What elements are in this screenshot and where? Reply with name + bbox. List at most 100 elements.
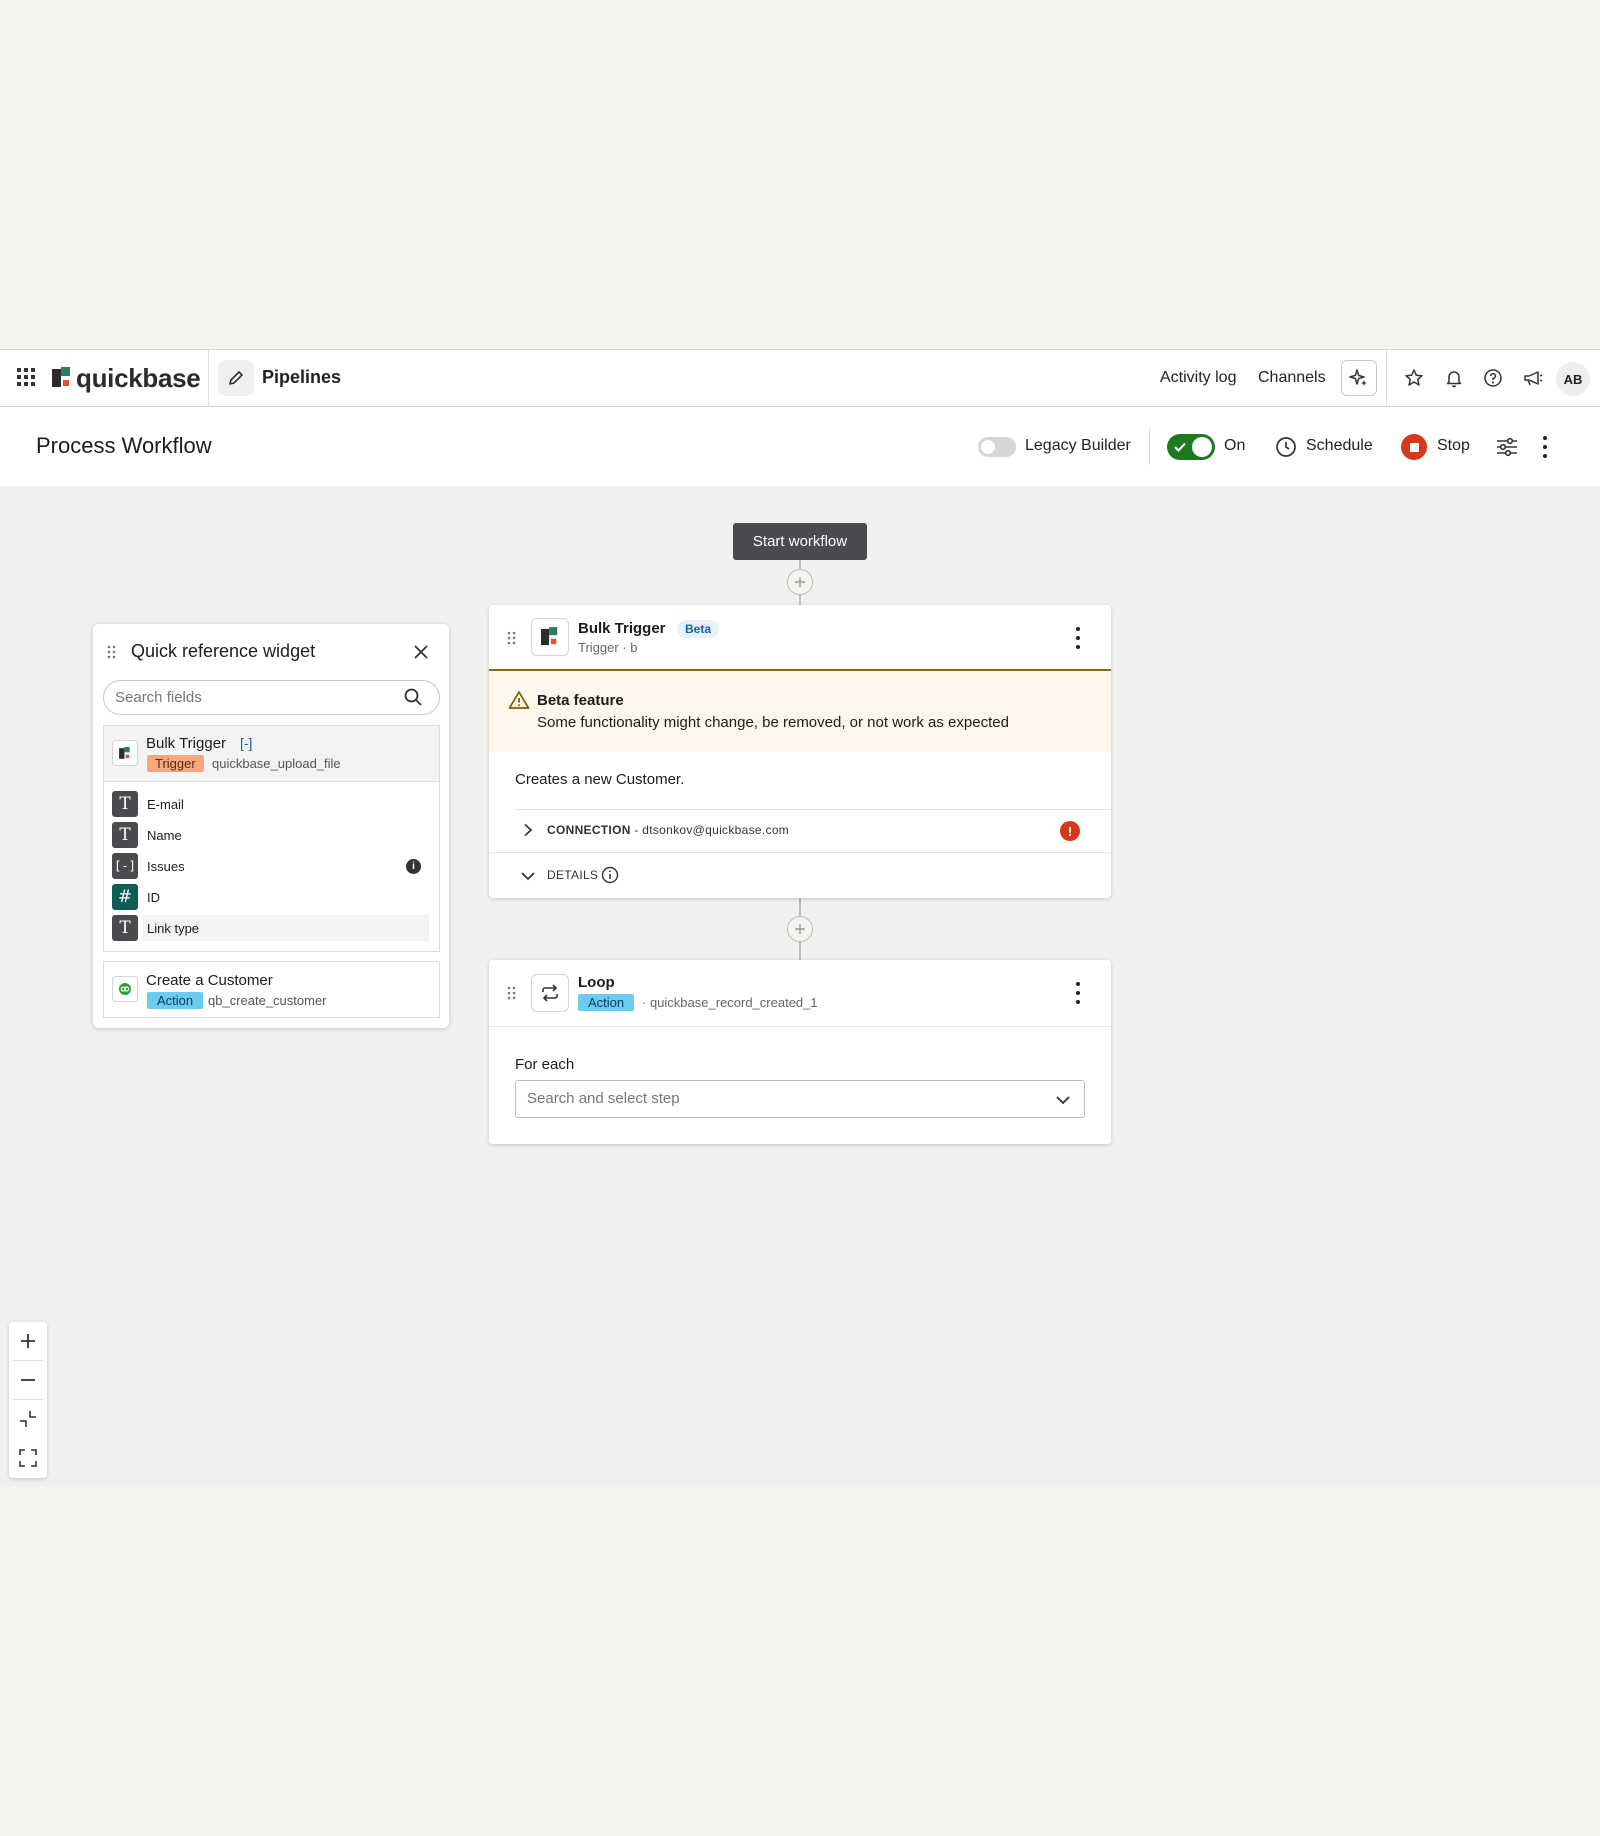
field-label[interactable]: Issues [147,859,185,874]
drag-handle-icon[interactable] [507,986,517,1000]
nav-divider [208,350,209,406]
chevron-right-icon[interactable] [522,823,534,837]
info-filled-icon[interactable]: i [406,859,421,874]
list-marker: [-] [240,735,253,751]
plus-icon [795,924,805,934]
add-step-button[interactable] [787,569,813,595]
fullscreen-button[interactable] [9,1439,47,1477]
settings-sliders-icon[interactable] [1495,435,1519,459]
legacy-builder-label: Legacy Builder [1025,437,1131,454]
field-label[interactable]: Name [147,828,182,843]
search-icon[interactable] [403,687,423,707]
error-icon[interactable]: ! [1060,821,1080,841]
text-field-icon: T [112,915,138,941]
plus-icon [21,1334,35,1348]
channels-link[interactable]: Channels [1258,369,1326,387]
field-label[interactable]: Link type [147,921,199,936]
bell-icon[interactable] [1442,366,1466,390]
pipeline-header: Process Workflow Legacy Builder On Sched… [0,407,1600,486]
add-step-button[interactable] [787,916,813,942]
fit-view-button[interactable] [9,1400,47,1438]
widget-title: Quick reference widget [131,641,316,661]
divider [515,809,1111,810]
action-badge: Action [578,994,635,1011]
edit-button[interactable] [218,360,254,396]
trigger-group-title: Bulk Trigger [146,735,227,752]
megaphone-icon[interactable] [1521,366,1545,390]
action-badge: Action [147,992,204,1009]
divider [489,1026,1111,1027]
details-label: DETAILS [547,868,599,882]
collapse-icon [20,1411,36,1427]
more-options-icon[interactable] [1542,436,1548,458]
connection-row[interactable]: CONNECTION - dtsonkov@quickbase.com [547,823,789,837]
minus-icon [21,1379,35,1381]
beta-banner-text: Some functionality might change, be remo… [537,714,1009,731]
info-icon[interactable] [601,866,619,884]
top-navigation: quickbase Pipelines Activity log Channel… [0,349,1600,407]
star-icon[interactable] [1402,366,1426,390]
trigger-badge: Trigger [147,755,204,772]
trigger-group-header[interactable] [103,725,440,782]
stop-button[interactable]: Stop [1437,437,1470,455]
quickbase-action-icon [112,976,138,1002]
activity-log-link[interactable]: Activity log [1160,369,1236,387]
field-label[interactable]: E-mail [147,797,184,812]
loop-icon [531,974,569,1012]
connection-value: - dtsonkov@quickbase.com [630,823,790,837]
quickbase-step-icon [112,740,138,766]
details-toggle[interactable]: DETAILS [547,868,598,882]
for-each-label: For each [515,1056,575,1073]
action-field-group[interactable] [103,961,440,1018]
chevron-down-icon[interactable] [520,870,536,882]
step-select-placeholder: Search and select step [527,1090,680,1107]
trigger-id: quickbase_upload_file [212,756,341,771]
check-icon [1174,442,1186,452]
ai-assistant-button[interactable] [1341,360,1377,396]
pencil-icon [229,371,243,385]
step-menu-icon[interactable] [1075,982,1081,1004]
clock-icon[interactable] [1274,435,1298,459]
quickbase-logo[interactable]: quickbase [52,362,201,394]
zoom-out-button[interactable] [9,1361,47,1399]
beta-warning-banner [489,669,1111,752]
schedule-button[interactable]: Schedule [1306,437,1373,455]
beta-banner-title: Beta feature [537,692,624,709]
user-avatar[interactable]: AB [1556,362,1590,396]
text-field-icon: T [112,822,138,848]
warning-icon [508,690,530,710]
text-field-icon: T [112,791,138,817]
plus-icon [795,577,805,587]
action-id: qb_create_customer [208,993,327,1008]
page-background [0,1486,1600,1836]
pipeline-status-toggle[interactable] [1167,434,1215,460]
step-title: Loop [578,974,615,991]
number-field-icon: # [112,884,138,910]
connection-label: CONNECTION [547,823,631,837]
page-title: Process Workflow [36,433,212,458]
divider [489,852,1111,853]
step-menu-icon[interactable] [1075,627,1081,649]
close-icon[interactable] [412,643,430,661]
brand-name: quickbase [76,362,201,393]
start-workflow-label: Start workflow [733,523,867,560]
stop-icon[interactable] [1401,434,1427,460]
section-title: Pipelines [262,367,342,387]
search-placeholder: Search fields [115,689,202,706]
drag-handle-icon[interactable] [507,631,517,645]
action-group-title: Create a Customer [146,972,273,989]
chevron-down-icon[interactable] [1055,1094,1071,1106]
step-description: Creates a new Customer. [515,771,685,788]
step-subtitle: · quickbase_record_created_1 [642,995,818,1010]
field-label[interactable]: ID [147,890,160,905]
help-icon[interactable] [1481,366,1505,390]
legacy-builder-toggle[interactable] [978,437,1016,457]
beta-badge: Beta [677,620,720,638]
list-field-icon: [-] [112,853,138,879]
drag-handle-icon[interactable] [107,645,117,659]
status-label: On [1224,437,1246,454]
apps-grid-icon[interactable] [16,367,36,387]
quickbase-logo-icon [52,367,70,387]
zoom-in-button[interactable] [9,1322,47,1360]
ai-sparkle-icon [1349,369,1367,386]
